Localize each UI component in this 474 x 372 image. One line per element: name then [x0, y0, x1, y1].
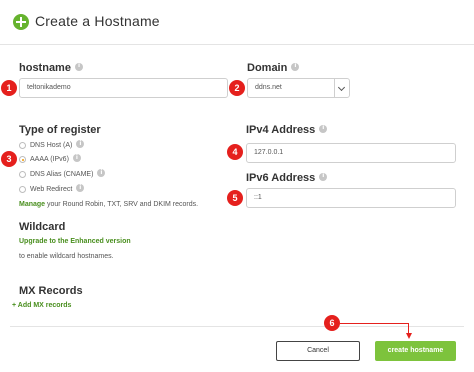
page-title: Create a Hostname: [35, 13, 160, 29]
info-icon[interactable]: [97, 168, 106, 178]
step-badge-2: 2: [229, 80, 245, 96]
info-icon[interactable]: [76, 183, 85, 193]
wildcard-note: to enable wildcard hostnames.: [19, 253, 114, 260]
dialog-header: Create a Hostname: [0, 0, 474, 45]
ipv4-label: IPv4 Address: [246, 124, 328, 136]
footer-divider: [10, 326, 464, 327]
annotation-arrow-line: [340, 323, 409, 324]
annotation-arrow-head: [406, 333, 412, 339]
hostname-label: hostname: [19, 62, 83, 74]
step-badge-1: 1: [1, 80, 17, 96]
register-type-label: Type of register: [19, 124, 101, 136]
manage-link[interactable]: Manage: [19, 201, 45, 208]
step-badge-3: 3: [1, 151, 17, 167]
wildcard-label: Wildcard: [19, 221, 66, 233]
radio-button[interactable]: [19, 186, 26, 193]
radio-button[interactable]: [19, 142, 26, 149]
step-badge-4: 4: [227, 144, 243, 160]
ipv4-input[interactable]: 127.0.0.1: [246, 143, 456, 163]
domain-label: Domain: [247, 62, 300, 74]
upgrade-link[interactable]: Upgrade to the Enhanced version: [19, 238, 131, 245]
info-icon[interactable]: [72, 153, 81, 163]
plus-circle-icon: [13, 14, 29, 30]
mx-records-label: MX Records: [19, 285, 83, 297]
domain-select[interactable]: ddns.net: [247, 78, 350, 98]
create-hostname-button[interactable]: create hostname: [375, 341, 456, 361]
step-badge-6: 6: [324, 315, 340, 331]
manage-records-text: Manage your Round Robin, TXT, SRV and DK…: [19, 201, 199, 208]
ipv6-label: IPv6 Address: [246, 172, 328, 184]
step-badge-5: 5: [227, 190, 243, 206]
domain-value: ddns.net: [255, 84, 282, 91]
info-icon[interactable]: [76, 139, 85, 149]
add-mx-records-link[interactable]: + Add MX records: [12, 302, 71, 309]
info-icon[interactable]: [319, 172, 328, 182]
ipv6-input[interactable]: ::1: [246, 188, 456, 208]
info-icon[interactable]: [74, 62, 83, 72]
radio-button-checked[interactable]: [19, 156, 26, 163]
cancel-button[interactable]: Cancel: [276, 341, 360, 361]
info-icon[interactable]: [291, 62, 300, 72]
chevron-down-icon[interactable]: [334, 79, 349, 97]
info-icon[interactable]: [319, 124, 328, 134]
radio-button[interactable]: [19, 171, 26, 178]
hostname-input[interactable]: teltonikademo: [19, 78, 228, 98]
